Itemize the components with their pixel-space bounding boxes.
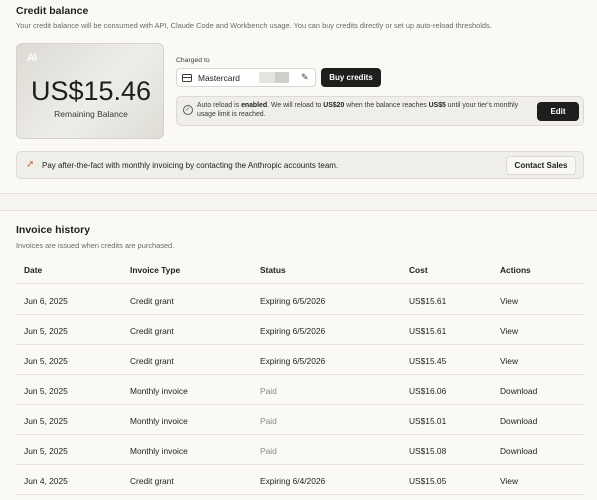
credit-balance-title: Credit balance [16,5,89,17]
table-row: Jun 5, 2025 Credit grant Expiring 6/5/20… [16,315,584,345]
invoice-status: Expiring 6/5/2026 [260,356,326,366]
invoice-type: Credit grant [130,356,174,366]
charged-to-label: Charged to [176,57,210,64]
edit-auto-reload-button[interactable]: Edit [537,102,579,121]
balance-card: A\ US$15.46 Remaining Balance [16,43,164,139]
invoice-date: Jun 5, 2025 [24,326,68,336]
invoice-cost: US$15.61 [409,296,447,306]
monthly-invoicing-banner: ➚ Pay after-the-fact with monthly invoic… [16,151,584,179]
invoice-history-subtitle: Invoices are issued when credits are pur… [16,241,175,250]
payment-method-box: Mastercard ✎ [176,68,316,87]
contact-sales-button[interactable]: Contact Sales [506,156,576,175]
invoice-cost: US$16.06 [409,386,447,396]
invoice-date: Jun 5, 2025 [24,356,68,366]
view-link[interactable]: View [500,476,518,486]
download-link[interactable]: Download [500,416,537,426]
invoice-type: Credit grant [130,476,174,486]
rocket-icon: ➚ [26,159,35,170]
invoice-date: Jun 5, 2025 [24,416,68,426]
invoice-cost: US$15.01 [409,416,447,426]
auto-reload-notice: ✓ Auto reload is enabled. We will reload… [176,96,584,126]
invoice-type: Monthly invoice [130,386,188,396]
download-link[interactable]: Download [500,386,537,396]
invoice-status: Expiring 6/5/2026 [260,326,326,336]
column-header-type: Invoice Type [130,265,181,275]
invoice-status: Paid [260,386,277,396]
invoice-date: Jun 4, 2025 [24,476,68,486]
invoice-status: Expiring 6/4/2026 [260,476,326,486]
credit-card-icon [182,74,192,82]
view-link[interactable]: View [500,356,518,366]
invoice-type: Credit grant [130,326,174,336]
invoice-type: Monthly invoice [130,446,188,456]
view-link[interactable]: View [500,326,518,336]
invoice-status: Paid [260,416,277,426]
redacted-card-number [275,72,289,83]
download-link[interactable]: Download [500,446,537,456]
invoice-type: Credit grant [130,296,174,306]
invoice-cost: US$15.05 [409,476,447,486]
auto-reload-text: Auto reload is enabled. We will reload t… [197,102,519,119]
banner-text: Pay after-the-fact with monthly invoicin… [42,161,339,170]
invoice-cost: US$15.61 [409,326,447,336]
pencil-icon[interactable]: ✎ [301,72,309,83]
invoice-cost: US$15.45 [409,356,447,366]
invoice-date: Jun 6, 2025 [24,296,68,306]
invoice-date: Jun 5, 2025 [24,446,68,456]
credit-balance-section: Credit balance Your credit balance will … [0,0,597,194]
table-row: Jun 6, 2025 Credit grant Expiring 6/5/20… [16,285,584,315]
invoice-status: Expiring 6/5/2026 [260,296,326,306]
invoice-cost: US$15.08 [409,446,447,456]
table-row: Jun 5, 2025 Monthly invoice Paid US$15.0… [16,435,584,465]
table-row: Jun 5, 2025 Monthly invoice Paid US$15.0… [16,405,584,435]
column-header-cost: Cost [409,265,428,275]
column-header-status: Status [260,265,286,275]
table-row: Jun 4, 2025 Credit grant Expiring 6/4/20… [16,465,584,495]
column-header-date: Date [24,265,43,275]
anthropic-logo-icon: A\ [27,52,37,64]
credit-balance-subtitle: Your credit balance will be consumed wit… [16,21,492,30]
table-header: Date Invoice Type Status Cost Actions [16,254,584,284]
view-link[interactable]: View [500,296,518,306]
invoice-type: Monthly invoice [130,416,188,426]
check-circle-icon: ✓ [183,105,193,115]
column-header-actions: Actions [500,265,531,275]
card-name: Mastercard [198,73,240,83]
buy-credits-button[interactable]: Buy credits [321,68,381,87]
invoice-history-section: Invoice history Invoices are issued when… [0,210,597,500]
invoice-status: Paid [260,446,277,456]
balance-label: Remaining Balance [54,109,128,119]
invoice-history-title: Invoice history [16,224,91,236]
invoice-date: Jun 5, 2025 [24,386,68,396]
redacted-card-number [259,72,275,83]
table-row: Jun 5, 2025 Credit grant Expiring 6/5/20… [16,345,584,375]
balance-amount: US$15.46 [30,76,152,106]
table-row: Jun 5, 2025 Monthly invoice Paid US$16.0… [16,375,584,405]
